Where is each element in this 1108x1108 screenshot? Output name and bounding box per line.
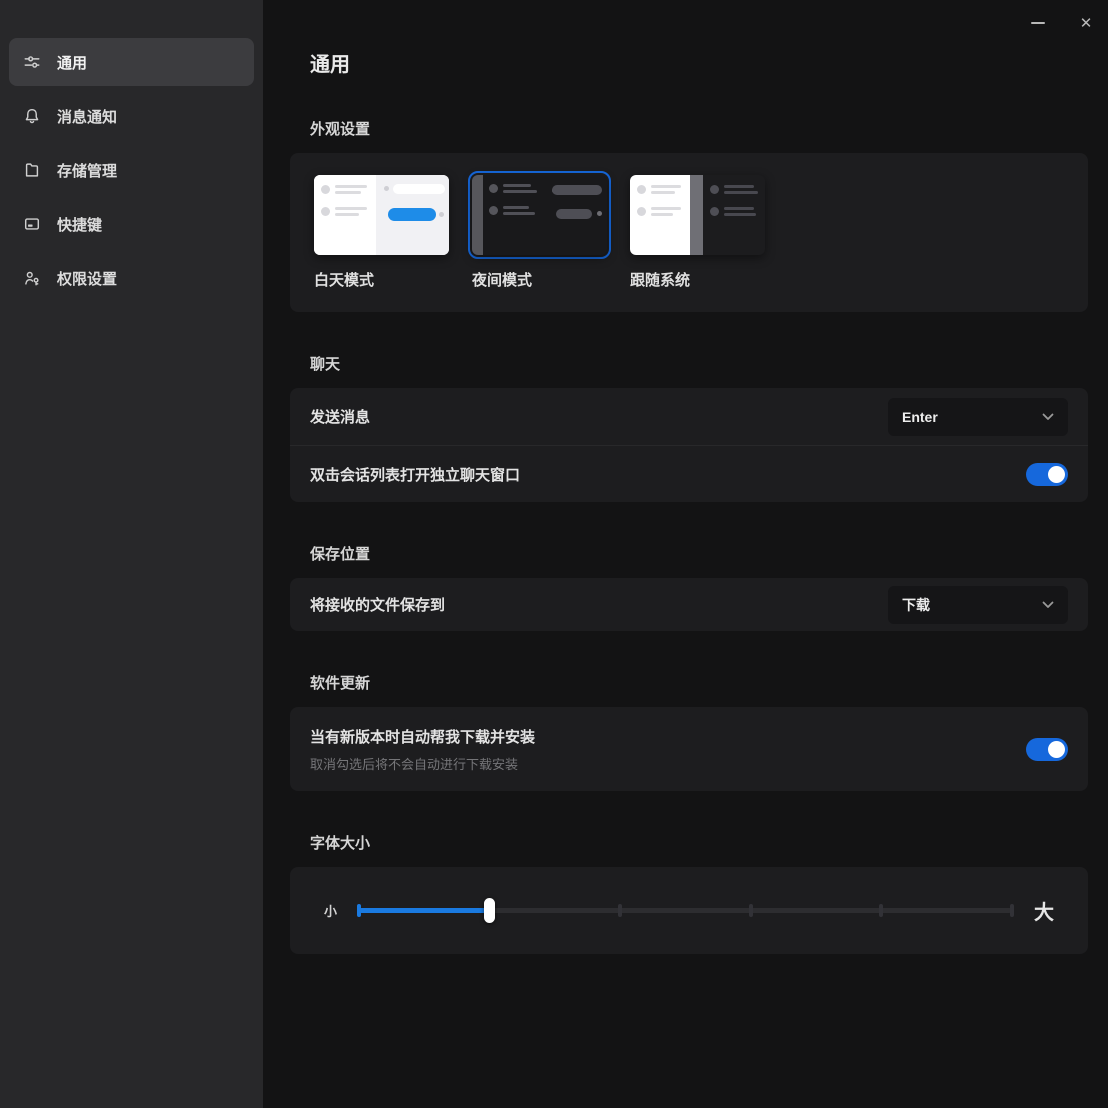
tune-icon [22, 52, 42, 72]
auto-update-row: 当有新版本时自动帮我下载并安装 取消勾选后将不会自动进行下载安装 [290, 707, 1088, 791]
slider-tick [748, 904, 753, 917]
minimize-button[interactable] [1022, 10, 1054, 36]
bell-icon [22, 106, 42, 126]
send-message-row: 发送消息 Enter [290, 388, 1088, 445]
font-size-card: 小 大 [290, 867, 1088, 954]
save-location-dropdown[interactable]: 下载 [888, 585, 1068, 624]
appearance-heading: 外观设置 [310, 121, 371, 138]
chat-card: 发送消息 Enter 双击会话列表打开独立聊天窗口 [290, 388, 1088, 502]
theme-label-system: 跟随系统 [630, 272, 691, 289]
sidebar-item-label: 通用 [57, 54, 88, 72]
save-location-label: 将接收的文件保存到 [310, 597, 446, 614]
slider-tick [879, 904, 884, 917]
save-location-row: 将接收的文件保存到 下载 [290, 578, 1088, 631]
font-size-max-label: 大 [1034, 902, 1054, 924]
font-size-min-label: 小 [324, 904, 338, 919]
sidebar-item-general[interactable]: 通用 [9, 38, 254, 86]
sidebar-item-label: 消息通知 [57, 108, 118, 126]
sidebar-item-shortcuts[interactable]: 快捷键 [9, 200, 254, 248]
system-theme-thumbnail [630, 175, 765, 255]
theme-option-light[interactable]: 白天模式 [310, 171, 453, 290]
update-heading: 软件更新 [310, 675, 371, 692]
dark-theme-thumbnail [472, 175, 607, 255]
settings-sidebar: 通用 消息通知 存储管理 快捷键 权限设置 [0, 0, 263, 1108]
minimize-icon [1031, 22, 1045, 24]
sidebar-item-label: 权限设置 [57, 270, 118, 288]
sidebar-item-label: 存储管理 [57, 162, 118, 180]
toggle-knob [1048, 740, 1065, 758]
slider-thumb[interactable] [484, 898, 496, 923]
update-card: 当有新版本时自动帮我下载并安装 取消勾选后将不会自动进行下载安装 [290, 707, 1088, 791]
sidebar-item-notifications[interactable]: 消息通知 [9, 92, 254, 140]
slider-tick [357, 904, 362, 917]
close-button[interactable]: ✕ [1070, 10, 1102, 36]
font-size-slider[interactable] [357, 897, 1014, 925]
slider-fill [359, 908, 490, 913]
theme-label-dark: 夜间模式 [472, 272, 533, 289]
settings-main: 通用 外观设置 白天模式 夜间模式 跟随系统 聊天 发送消息 Enter 双击会… [263, 0, 1108, 1108]
auto-update-toggle[interactable] [1026, 737, 1068, 761]
sidebar-item-label: 快捷键 [57, 216, 103, 234]
permission-icon [22, 268, 42, 288]
double-click-label: 双击会话列表打开独立聊天窗口 [310, 466, 521, 484]
sidebar-item-permissions[interactable]: 权限设置 [9, 254, 254, 302]
save-location-value: 下载 [902, 596, 930, 613]
theme-option-dark[interactable]: 夜间模式 [468, 171, 611, 290]
chevron-down-icon [1042, 413, 1054, 421]
slider-tick [1010, 904, 1014, 917]
save-card: 将接收的文件保存到 下载 [290, 578, 1088, 631]
chevron-down-icon [1042, 601, 1054, 609]
close-icon: ✕ [1079, 15, 1093, 32]
light-theme-thumbnail [314, 175, 449, 255]
send-key-dropdown[interactable]: Enter [888, 397, 1068, 436]
font-size-heading: 字体大小 [310, 835, 371, 852]
theme-label-light: 白天模式 [314, 272, 375, 289]
double-click-toggle[interactable] [1026, 462, 1068, 486]
theme-thumb-border [468, 171, 611, 259]
page-title: 通用 [310, 54, 350, 76]
theme-thumb-border [626, 171, 769, 259]
double-click-row: 双击会话列表打开独立聊天窗口 [290, 445, 1088, 502]
theme-option-system[interactable]: 跟随系统 [626, 171, 769, 290]
slider-tick [618, 904, 623, 917]
save-heading: 保存位置 [310, 546, 371, 563]
auto-update-description: 取消勾选后将不会自动进行下载安装 [310, 756, 519, 772]
chat-heading: 聊天 [310, 356, 341, 373]
window-controls: ✕ [1022, 10, 1102, 36]
storage-icon [22, 160, 42, 180]
toggle-knob [1048, 465, 1065, 483]
hotkey-icon [22, 214, 42, 234]
send-message-label: 发送消息 [310, 409, 371, 426]
auto-update-text: 当有新版本时自动帮我下载并安装 取消勾选后将不会自动进行下载安装 [310, 726, 535, 773]
send-key-value: Enter [902, 408, 938, 425]
appearance-card: 白天模式 夜间模式 跟随系统 [290, 153, 1088, 312]
font-size-row: 小 大 [290, 867, 1088, 954]
auto-update-label: 当有新版本时自动帮我下载并安装 [310, 728, 536, 746]
sidebar-item-storage[interactable]: 存储管理 [9, 146, 254, 194]
theme-thumb-border [310, 171, 453, 259]
